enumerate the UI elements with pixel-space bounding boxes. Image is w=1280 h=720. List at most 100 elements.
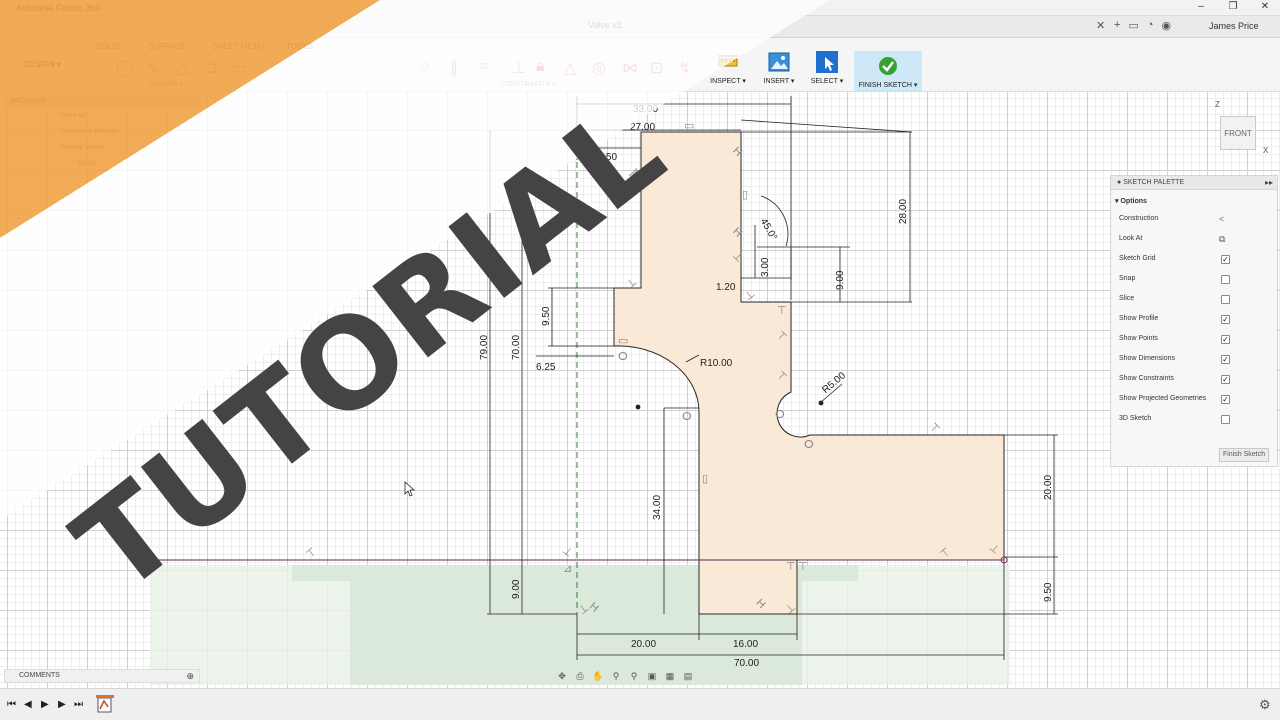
checkbox[interactable]: ✓ bbox=[1221, 255, 1230, 264]
view-cube[interactable]: Z FRONT X bbox=[1212, 100, 1272, 156]
zoom-window-icon[interactable]: ⚲ bbox=[627, 671, 641, 682]
dimension-text[interactable]: 33.00 bbox=[633, 104, 658, 115]
checkbox[interactable] bbox=[1221, 415, 1230, 424]
dimension-text[interactable]: 45.0° bbox=[758, 217, 779, 243]
browser-item-root[interactable]: Valve v2 bbox=[4, 108, 200, 124]
x-axis-label: X bbox=[1263, 146, 1269, 155]
checkbox[interactable]: ✓ bbox=[1221, 315, 1230, 324]
svg-text:ⵔ: ⵔ bbox=[682, 411, 692, 423]
orbit-icon[interactable]: ✥ bbox=[555, 671, 569, 682]
palette-option-sketch-grid[interactable]: Sketch Grid ✓ bbox=[1111, 250, 1277, 270]
svg-text:⊤: ⊤ bbox=[777, 305, 787, 317]
look-at-icon[interactable]: ⧉ bbox=[1219, 234, 1225, 245]
dimension-text[interactable]: 70.00 bbox=[511, 335, 522, 360]
dimension-text[interactable]: R10.00 bbox=[700, 358, 733, 369]
browser-item-named-views[interactable]: Named Views bbox=[4, 140, 200, 156]
checkbox[interactable]: ✓ bbox=[1221, 355, 1230, 364]
viewports-icon[interactable]: ▤ bbox=[681, 671, 695, 682]
dimension-text[interactable]: 1.20 bbox=[716, 282, 736, 293]
palette-option-show-points[interactable]: Show Points ✓ bbox=[1111, 330, 1277, 350]
svg-text:⊤: ⊤ bbox=[798, 561, 808, 573]
fusion360-window: Autodesk Fusion 360 – ❐ ✕ Valve v2 ✕ + ▭… bbox=[0, 0, 1280, 720]
palette-header: ● SKETCH PALETTE ▸▸ bbox=[1111, 176, 1277, 190]
svg-text:▭: ▭ bbox=[684, 120, 694, 132]
svg-text:▭: ▭ bbox=[618, 335, 628, 347]
dimension-text[interactable]: 28.00 bbox=[898, 199, 909, 224]
svg-text:⊤: ⊤ bbox=[786, 561, 796, 573]
previous-step-icon[interactable]: ◀ bbox=[24, 699, 32, 710]
comments-panel[interactable]: COMMENTS ⊕ bbox=[4, 669, 200, 683]
svg-text:ⵔ: ⵔ bbox=[618, 351, 628, 363]
center-point[interactable] bbox=[635, 404, 641, 410]
dimension-text[interactable]: 70.00 bbox=[734, 658, 759, 669]
palette-option-look-at[interactable]: Look At ⧉ bbox=[1111, 230, 1277, 250]
checkbox[interactable]: ✓ bbox=[1221, 395, 1230, 404]
dimension-text[interactable]: 16.00 bbox=[733, 639, 758, 650]
look-at-icon[interactable]: ⎙ bbox=[573, 671, 587, 682]
svg-text:⊥: ⊥ bbox=[560, 544, 575, 559]
svg-text:▯: ▯ bbox=[742, 189, 748, 201]
checkbox[interactable]: ✓ bbox=[1221, 375, 1230, 384]
svg-text:⊥: ⊥ bbox=[742, 288, 757, 303]
dimension-text[interactable]: 20.00 bbox=[1043, 475, 1054, 500]
play-icon[interactable]: ▶ bbox=[41, 699, 49, 710]
timeline-settings-icon[interactable]: ⚙ bbox=[1259, 697, 1271, 713]
last-step-icon[interactable]: ⏭ bbox=[74, 699, 83, 710]
palette-option-construction[interactable]: Construction < bbox=[1111, 210, 1277, 230]
palette-option-label: Slice bbox=[1119, 295, 1135, 302]
dimension-text[interactable]: 34.00 bbox=[652, 495, 663, 520]
checkbox[interactable] bbox=[1221, 275, 1230, 284]
next-step-icon[interactable]: ▶ bbox=[58, 699, 66, 710]
svg-text:⊿: ⊿ bbox=[563, 563, 572, 575]
view-cube-face[interactable]: FRONT bbox=[1220, 116, 1256, 150]
checkbox[interactable]: ✓ bbox=[1221, 335, 1230, 344]
palette-option-slice[interactable]: Slice bbox=[1111, 290, 1277, 310]
dimension-text[interactable]: R5.00 bbox=[820, 370, 848, 396]
pan-icon[interactable]: ✋ bbox=[591, 671, 605, 682]
palette-options: Construction < Look At ⧉ Sketch Grid ✓ Snap Sli… bbox=[1111, 210, 1277, 430]
checkbox[interactable] bbox=[1221, 295, 1230, 304]
palette-option-show-projected-geometries[interactable]: Show Projected Geometries ✓ bbox=[1111, 390, 1277, 410]
palette-option-show-dimensions[interactable]: Show Dimensions ✓ bbox=[1111, 350, 1277, 370]
svg-text:⊤: ⊤ bbox=[927, 421, 942, 436]
browser-item-document-settings[interactable]: Document Settings bbox=[4, 124, 200, 140]
first-step-icon[interactable]: ⏮ bbox=[7, 699, 16, 710]
palette-option-3d-sketch[interactable]: 3D Sketch bbox=[1111, 410, 1277, 430]
palette-option-label: Show Dimensions bbox=[1119, 355, 1176, 362]
timeline-bar: ⏮ ◀ ▶ ▶ ⏭ ⚙ bbox=[0, 688, 1280, 720]
dimension-text[interactable]: 9.00 bbox=[835, 270, 846, 290]
browser-header: BROWSER bbox=[4, 96, 200, 108]
navigation-bar: ✥ ⎙ ✋ ⚲ ⚲ ▣ ▦ ▤ bbox=[555, 668, 719, 684]
palette-option-label: Show Constraints bbox=[1119, 375, 1174, 382]
construction-icon[interactable]: < bbox=[1219, 214, 1224, 224]
options-section[interactable]: ▾ Options bbox=[1111, 190, 1277, 210]
dimension-text[interactable]: 9.50 bbox=[1043, 582, 1054, 602]
dimension-text[interactable]: 20.00 bbox=[631, 639, 656, 650]
svg-text:ⵔ: ⵔ bbox=[804, 439, 814, 451]
display-settings-icon[interactable]: ▣ bbox=[645, 671, 659, 682]
palette-option-snap[interactable]: Snap bbox=[1111, 270, 1277, 290]
dimension-text[interactable]: 9.50 bbox=[541, 306, 552, 326]
sketch-feature-icon[interactable] bbox=[96, 695, 114, 715]
finish-sketch-button[interactable]: Finish Sketch bbox=[1218, 448, 1269, 462]
palette-option-label: Show Projected Geometries bbox=[1119, 395, 1207, 402]
palette-option-label: Sketch Grid bbox=[1119, 255, 1156, 262]
svg-text:⊤: ⊤ bbox=[304, 546, 319, 561]
palette-option-show-constraints[interactable]: Show Constraints ✓ bbox=[1111, 370, 1277, 390]
mouse-cursor bbox=[404, 481, 416, 497]
dimension-text[interactable]: 9.00 bbox=[511, 579, 522, 599]
dimension-text[interactable]: 3.00 bbox=[760, 257, 771, 277]
browser-item-origin[interactable]: Origin bbox=[4, 156, 200, 172]
sketch-palette: ● SKETCH PALETTE ▸▸ ▾ Options Constructi… bbox=[1110, 175, 1278, 467]
zoom-icon[interactable]: ⚲ bbox=[609, 671, 623, 682]
dimension-text[interactable]: 6.25 bbox=[536, 362, 556, 373]
palette-option-show-profile[interactable]: Show Profile ✓ bbox=[1111, 310, 1277, 330]
center-point[interactable] bbox=[818, 400, 824, 406]
add-comment-icon[interactable]: ⊕ bbox=[186, 671, 194, 682]
expand-icon[interactable]: ▸▸ bbox=[1265, 178, 1273, 187]
svg-text:ⵔ: ⵔ bbox=[775, 409, 785, 421]
grid-settings-icon[interactable]: ▦ bbox=[663, 671, 677, 682]
palette-option-label: Show Points bbox=[1119, 335, 1158, 342]
comments-label: COMMENTS bbox=[19, 672, 60, 679]
palette-title: ● SKETCH PALETTE bbox=[1117, 179, 1185, 186]
